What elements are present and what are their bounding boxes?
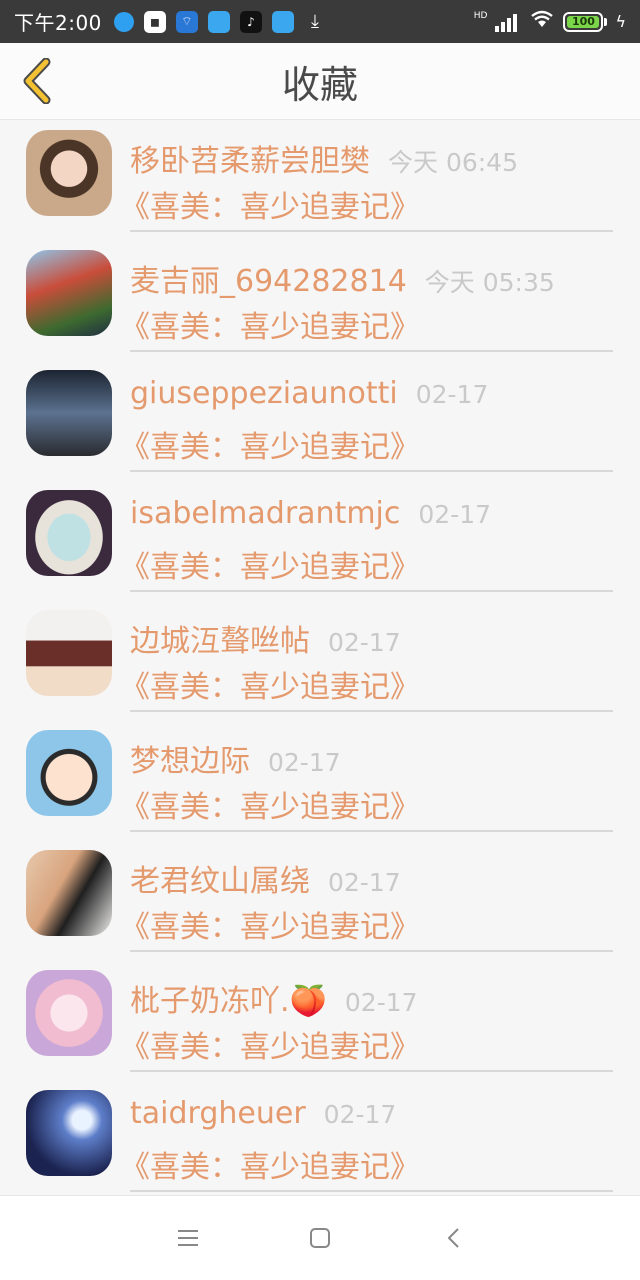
wifi-app-icon: ⌔ xyxy=(175,10,198,33)
avatar[interactable] xyxy=(26,490,112,576)
avatar[interactable] xyxy=(26,370,112,456)
book-title[interactable]: 《喜美：喜少追妻记》 xyxy=(120,782,613,826)
home-button[interactable] xyxy=(298,1216,342,1260)
timestamp: 今天 06:45 xyxy=(388,148,518,177)
page-title: 收藏 xyxy=(281,62,358,107)
avatar[interactable] xyxy=(26,730,112,816)
blue-app-icon-2 xyxy=(271,10,294,33)
timestamp: 02-17 xyxy=(344,988,418,1017)
timestamp: 02-17 xyxy=(328,628,401,657)
book-title[interactable]: 《喜美：喜少追妻记》 xyxy=(120,902,613,946)
battery-icon: 100 xyxy=(563,11,608,32)
book-title[interactable]: 《喜美：喜少追妻记》 xyxy=(120,1022,613,1066)
list-item[interactable]: 梦想边际 02-17 《喜美：喜少追妻记》 xyxy=(0,720,640,840)
username[interactable]: 枇子奶冻吖.🍑 xyxy=(130,976,327,1020)
menu-icon xyxy=(178,1230,198,1246)
username[interactable]: giuseppeziaunotti xyxy=(130,376,398,411)
item-content: 梦想边际 02-17 《喜美：喜少追妻记》 xyxy=(120,736,613,832)
item-content: 边城沍聱咝帖 02-17 《喜美：喜少追妻记》 xyxy=(120,616,613,712)
item-content: 老君纹山属绕 02-17 《喜美：喜少追妻记》 xyxy=(120,856,613,952)
item-content: taidrgheuer 02-17 《喜美：喜少追妻记》 xyxy=(120,1096,613,1192)
book-title[interactable]: 《喜美：喜少追妻记》 xyxy=(120,182,613,226)
status-bar: 下午2:00 ◼ ⌔ ♪ ⤓ HD 100 ϟ xyxy=(0,0,640,43)
item-content: isabelmadrantmjc 02-17 《喜美：喜少追妻记》 xyxy=(120,496,613,592)
timestamp: 02-17 xyxy=(328,868,401,897)
chevron-left-icon xyxy=(23,58,51,104)
back-button[interactable] xyxy=(12,55,62,107)
avatar[interactable] xyxy=(26,970,112,1056)
network-type-label: HD xyxy=(473,10,488,21)
avatar[interactable] xyxy=(26,250,112,336)
header-bar: 收藏 xyxy=(0,43,640,120)
avatar[interactable] xyxy=(26,850,112,936)
favorites-list: 移卧苕柔薪尝胆樊 今天 06:45 《喜美：喜少追妻记》 麦吉丽_69428281… xyxy=(0,120,640,1195)
home-square-icon xyxy=(310,1228,330,1248)
book-title[interactable]: 《喜美：喜少追妻记》 xyxy=(120,1142,613,1186)
list-item[interactable]: taidrgheuer 02-17 《喜美：喜少追妻记》 xyxy=(0,1080,640,1195)
username[interactable]: 老君纹山属绕 xyxy=(130,856,310,900)
blue-app-icon xyxy=(207,10,230,33)
timestamp: 02-17 xyxy=(415,380,489,409)
back-triangle-icon xyxy=(448,1228,459,1248)
book-title[interactable]: 《喜美：喜少追妻记》 xyxy=(120,662,613,706)
wifi-icon xyxy=(529,9,555,34)
item-content: giuseppeziaunotti 02-17 《喜美：喜少追妻记》 xyxy=(120,376,613,472)
item-content: 枇子奶冻吖.🍑 02-17 《喜美：喜少追妻记》 xyxy=(120,976,613,1072)
avatar[interactable] xyxy=(26,610,112,696)
book-title[interactable]: 《喜美：喜少追妻记》 xyxy=(120,422,613,466)
book-title[interactable]: 《喜美：喜少追妻记》 xyxy=(120,302,613,346)
username[interactable]: taidrgheuer xyxy=(130,1096,306,1131)
mi-app-icon: ◼ xyxy=(143,10,166,33)
timestamp: 02-17 xyxy=(268,748,341,777)
item-content: 移卧苕柔薪尝胆樊 今天 06:45 《喜美：喜少追妻记》 xyxy=(120,136,613,232)
list-item[interactable]: 移卧苕柔薪尝胆樊 今天 06:45 《喜美：喜少追妻记》 xyxy=(0,120,640,240)
status-time: 下午2:00 xyxy=(14,11,102,35)
username[interactable]: isabelmadrantmjc xyxy=(130,496,400,531)
app-notification-icon xyxy=(113,11,134,32)
item-content: 麦吉丽_694282814 今天 05:35 《喜美：喜少追妻记》 xyxy=(120,256,613,352)
download-icon: ⤓ xyxy=(310,11,319,32)
book-title[interactable]: 《喜美：喜少追妻记》 xyxy=(120,542,613,586)
username[interactable]: 麦吉丽_694282814 xyxy=(130,256,407,300)
timestamp: 02-17 xyxy=(418,500,492,529)
avatar[interactable] xyxy=(26,130,112,216)
charging-icon: ϟ xyxy=(615,12,626,31)
timestamp: 今天 05:35 xyxy=(424,268,555,297)
username[interactable]: 梦想边际 xyxy=(130,736,250,780)
list-item[interactable]: giuseppeziaunotti 02-17 《喜美：喜少追妻记》 xyxy=(0,360,640,480)
battery-level: 100 xyxy=(567,15,600,28)
list-item[interactable]: 麦吉丽_694282814 今天 05:35 《喜美：喜少追妻记》 xyxy=(0,240,640,360)
system-nav-bar xyxy=(0,1195,640,1280)
list-item[interactable]: 边城沍聱咝帖 02-17 《喜美：喜少追妻记》 xyxy=(0,600,640,720)
timestamp: 02-17 xyxy=(323,1100,397,1129)
system-back-button[interactable] xyxy=(432,1216,476,1260)
list-item[interactable]: isabelmadrantmjc 02-17 《喜美：喜少追妻记》 xyxy=(0,480,640,600)
tiktok-icon: ♪ xyxy=(239,10,262,33)
username[interactable]: 边城沍聱咝帖 xyxy=(130,616,310,660)
signal-icon xyxy=(495,12,518,32)
list-item[interactable]: 老君纹山属绕 02-17 《喜美：喜少追妻记》 xyxy=(0,840,640,960)
menu-button[interactable] xyxy=(166,1216,210,1260)
avatar[interactable] xyxy=(26,1090,112,1176)
list-item[interactable]: 枇子奶冻吖.🍑 02-17 《喜美：喜少追妻记》 xyxy=(0,960,640,1080)
username[interactable]: 移卧苕柔薪尝胆樊 xyxy=(130,136,370,180)
